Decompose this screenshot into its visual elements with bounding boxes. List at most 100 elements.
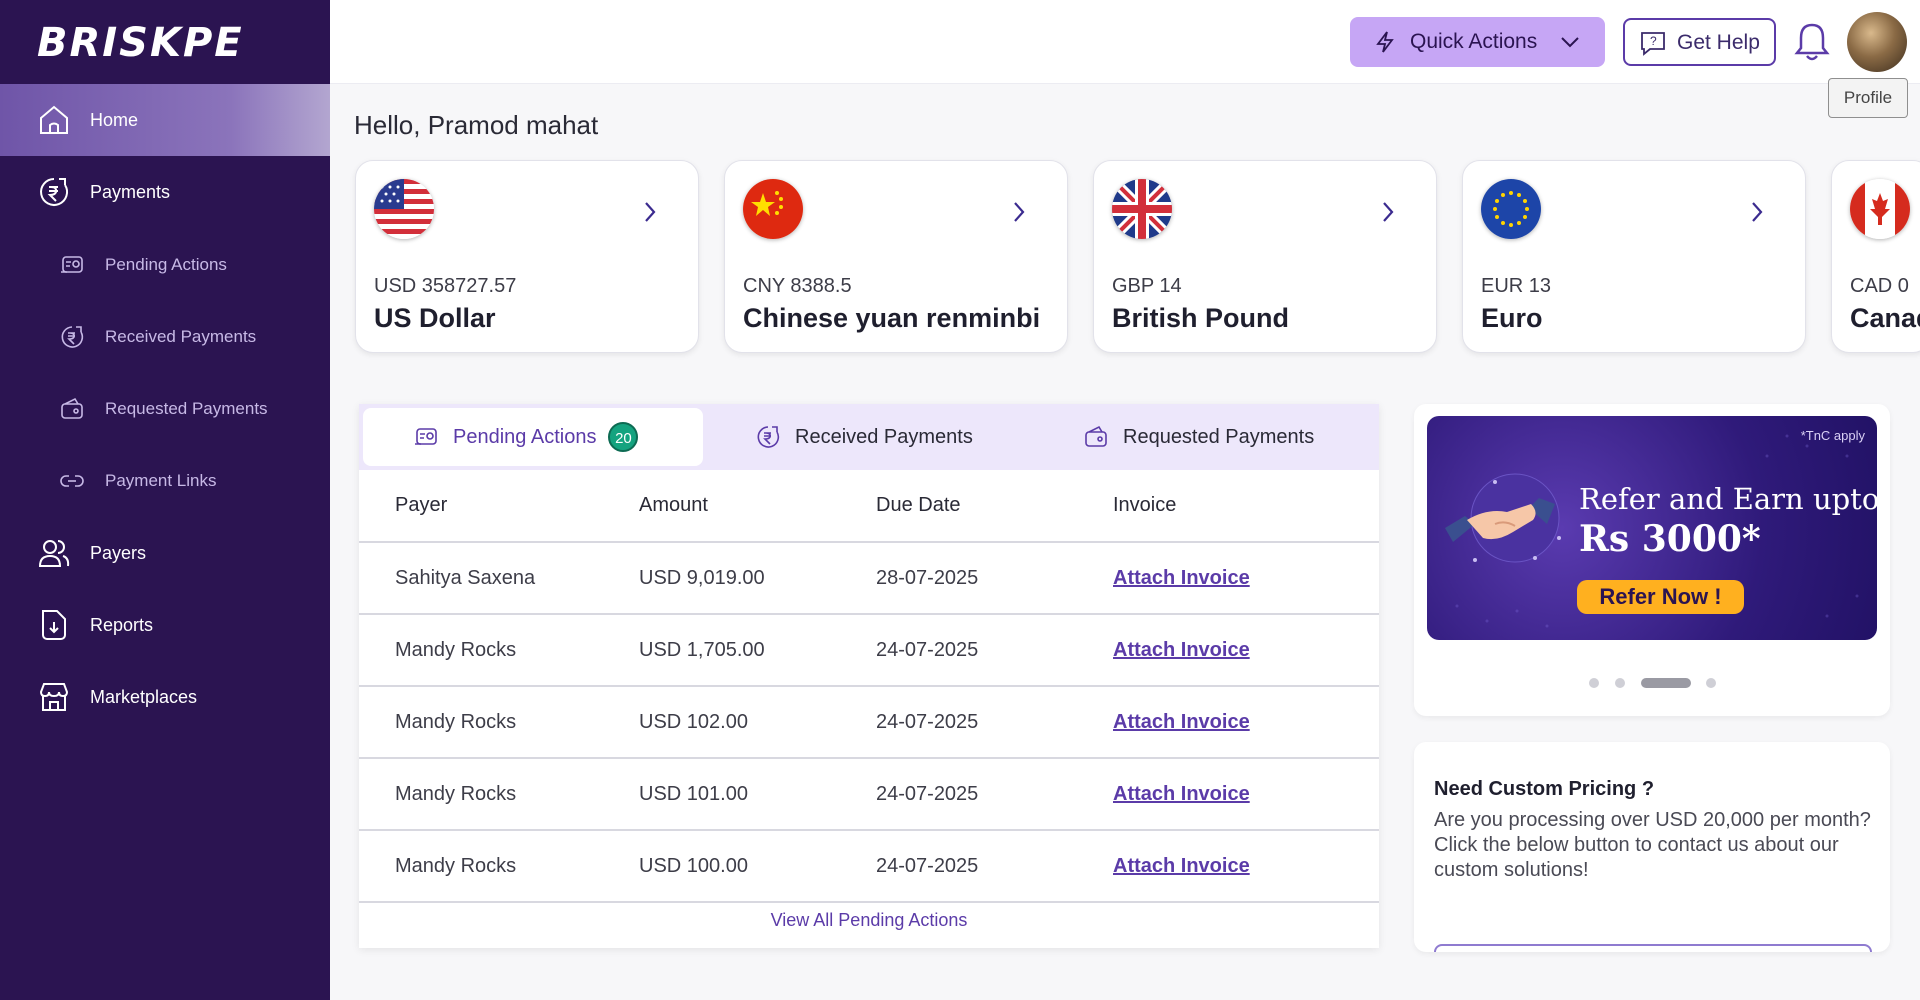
home-icon <box>40 105 68 134</box>
contact-us-button[interactable] <box>1434 944 1872 952</box>
rupee-payment-icon <box>40 178 68 206</box>
tab-label: Requested Payments <box>1123 425 1315 448</box>
carousel-dot[interactable] <box>1706 678 1716 688</box>
column-header-due-date: Due Date <box>876 470 1113 543</box>
us-flag-icon <box>374 179 434 239</box>
sidebar-item-requested-payments[interactable]: Requested Payments <box>0 373 330 445</box>
refer-headline: Refer and Earn upto <box>1579 482 1877 516</box>
reports-icon <box>42 610 66 640</box>
custom-pricing-description: Are you processing over USD 20,000 per m… <box>1434 809 1871 881</box>
sidebar: BRISKPE Home Payments Pending Actions Re… <box>0 0 330 1000</box>
currency-card-gbp[interactable]: GBP 14 British Pound <box>1093 160 1437 353</box>
pending-actions-table: Payer Amount Due Date Invoice Sahitya Sa… <box>359 470 1379 903</box>
invoice-cell: Attach Invoice <box>1113 758 1379 831</box>
amount-cell: USD 1,705.00 <box>639 614 876 687</box>
sidebar-item-marketplaces[interactable]: Marketplaces <box>0 661 330 733</box>
carousel-dot[interactable] <box>1589 678 1599 688</box>
chevron-down-icon <box>1561 37 1579 48</box>
currency-name: Euro <box>1481 303 1543 333</box>
requested-payments-icon <box>61 397 83 419</box>
chevron-right-icon <box>1383 202 1394 222</box>
attach-invoice-link[interactable]: Attach Invoice <box>1113 639 1250 661</box>
currency-name: Chinese yuan renminbi <box>743 303 1041 333</box>
carousel-dot-active[interactable] <box>1641 678 1691 688</box>
attach-invoice-link[interactable]: Attach Invoice <box>1113 855 1250 877</box>
carousel-dots <box>1414 678 1890 690</box>
attach-invoice-link[interactable]: Attach Invoice <box>1113 783 1250 805</box>
currency-name: Canadian Dollar <box>1850 303 1920 333</box>
currency-balance: EUR 13 <box>1481 275 1552 297</box>
get-help-label: Get Help <box>1677 31 1760 54</box>
promo-carousel: *TnC apply Refer and Earn upto Rs 3000* … <box>1414 404 1890 716</box>
chevron-right-icon <box>1752 202 1763 222</box>
view-all-pending-actions-link[interactable]: View All Pending Actions <box>359 910 1379 931</box>
tab-requested-payments[interactable]: Requested Payments <box>1083 408 1373 466</box>
sidebar-item-label: Payments <box>90 181 171 202</box>
attach-invoice-link[interactable]: Attach Invoice <box>1113 711 1250 733</box>
currency-card-usd[interactable]: USD 358727.57 US Dollar <box>355 160 699 353</box>
currency-card-eur[interactable]: EUR 13 Euro <box>1462 160 1806 353</box>
briskpe-logo[interactable]: BRISKPE <box>37 20 244 66</box>
currency-balance: CNY 8388.5 <box>743 275 852 297</box>
pending-actions-icon <box>61 256 83 273</box>
attach-invoice-link[interactable]: Attach Invoice <box>1113 567 1250 589</box>
refer-now-button[interactable]: Refer Now ! <box>1577 580 1744 614</box>
invoice-cell: Attach Invoice <box>1113 686 1379 759</box>
payer-cell: Sahitya Saxena <box>359 542 639 615</box>
chevron-right-icon <box>645 202 656 222</box>
sidebar-item-payers[interactable]: Payers <box>0 517 330 589</box>
currency-name: British Pound <box>1112 303 1289 333</box>
currency-balance: GBP 14 <box>1112 275 1182 297</box>
currency-name: US Dollar <box>374 303 496 333</box>
lightning-icon <box>1376 31 1394 53</box>
pending-actions-icon <box>415 428 437 445</box>
amount-cell: USD 100.00 <box>639 830 876 903</box>
tab-received-payments[interactable]: Received Payments <box>755 408 1055 466</box>
sidebar-item-label: Payment Links <box>105 471 217 490</box>
requested-payments-icon <box>1085 425 1107 447</box>
due-date-cell: 24-07-2025 <box>876 830 1113 903</box>
tab-label: Received Payments <box>795 425 973 448</box>
carousel-dot[interactable] <box>1615 678 1625 688</box>
notification-bell-icon[interactable] <box>1790 20 1834 64</box>
sidebar-item-label: Requested Payments <box>105 399 268 418</box>
marketplace-icon <box>39 683 69 711</box>
tnc-note: *TnC apply <box>1800 428 1865 443</box>
refer-earn-banner[interactable]: *TnC apply Refer and Earn upto Rs 3000* … <box>1427 416 1877 640</box>
invoice-cell: Attach Invoice <box>1113 614 1379 687</box>
pending-count-badge: 20 <box>608 422 639 452</box>
sidebar-item-label: Received Payments <box>105 327 257 346</box>
eu-flag-icon <box>1481 179 1541 239</box>
sidebar-item-payment-links[interactable]: Payment Links <box>0 445 330 517</box>
sidebar-item-payments[interactable]: Payments <box>0 156 330 228</box>
currency-card-cny[interactable]: CNY 8388.5 Chinese yuan renminbi <box>724 160 1068 353</box>
sidebar-item-label: Payers <box>90 542 147 563</box>
sidebar-item-home[interactable]: Home <box>0 84 330 156</box>
invoice-cell: Attach Invoice <box>1113 830 1379 903</box>
sidebar-item-label: Home <box>90 109 139 130</box>
received-payments-icon <box>757 426 780 448</box>
quick-actions-button[interactable]: Quick Actions <box>1350 17 1605 67</box>
svg-text:?: ? <box>1650 34 1657 48</box>
column-header-payer: Payer <box>359 470 639 543</box>
sidebar-item-received-payments[interactable]: Received Payments <box>0 301 330 373</box>
custom-pricing-card: Need Custom Pricing ? Are you processing… <box>1414 742 1890 952</box>
tab-pending-actions[interactable]: Pending Actions 20 <box>363 408 703 466</box>
currency-balance: CAD 0 <box>1850 275 1909 297</box>
profile-avatar[interactable] <box>1847 12 1907 72</box>
table-row: Mandy Rocks USD 102.00 24-07-2025 Attach… <box>359 686 1379 759</box>
users-icon <box>38 540 70 567</box>
sidebar-item-reports[interactable]: Reports <box>0 589 330 661</box>
currency-card-cad[interactable]: CAD 0 Canadian Dollar <box>1831 160 1920 353</box>
greeting-title: Hello, Pramod mahat <box>354 110 599 140</box>
sidebar-item-pending-actions[interactable]: Pending Actions <box>0 229 330 301</box>
table-header-row: Payer Amount Due Date Invoice <box>359 470 1379 543</box>
invoice-cell: Attach Invoice <box>1113 542 1379 615</box>
payer-cell: Mandy Rocks <box>359 614 639 687</box>
due-date-cell: 24-07-2025 <box>876 758 1113 831</box>
currency-balance: USD 358727.57 <box>374 275 517 297</box>
custom-pricing-title: Need Custom Pricing ? <box>1434 778 1655 800</box>
sidebar-item-label: Reports <box>90 614 154 635</box>
payer-cell: Mandy Rocks <box>359 830 639 903</box>
get-help-button[interactable]: ? Get Help <box>1623 18 1776 66</box>
